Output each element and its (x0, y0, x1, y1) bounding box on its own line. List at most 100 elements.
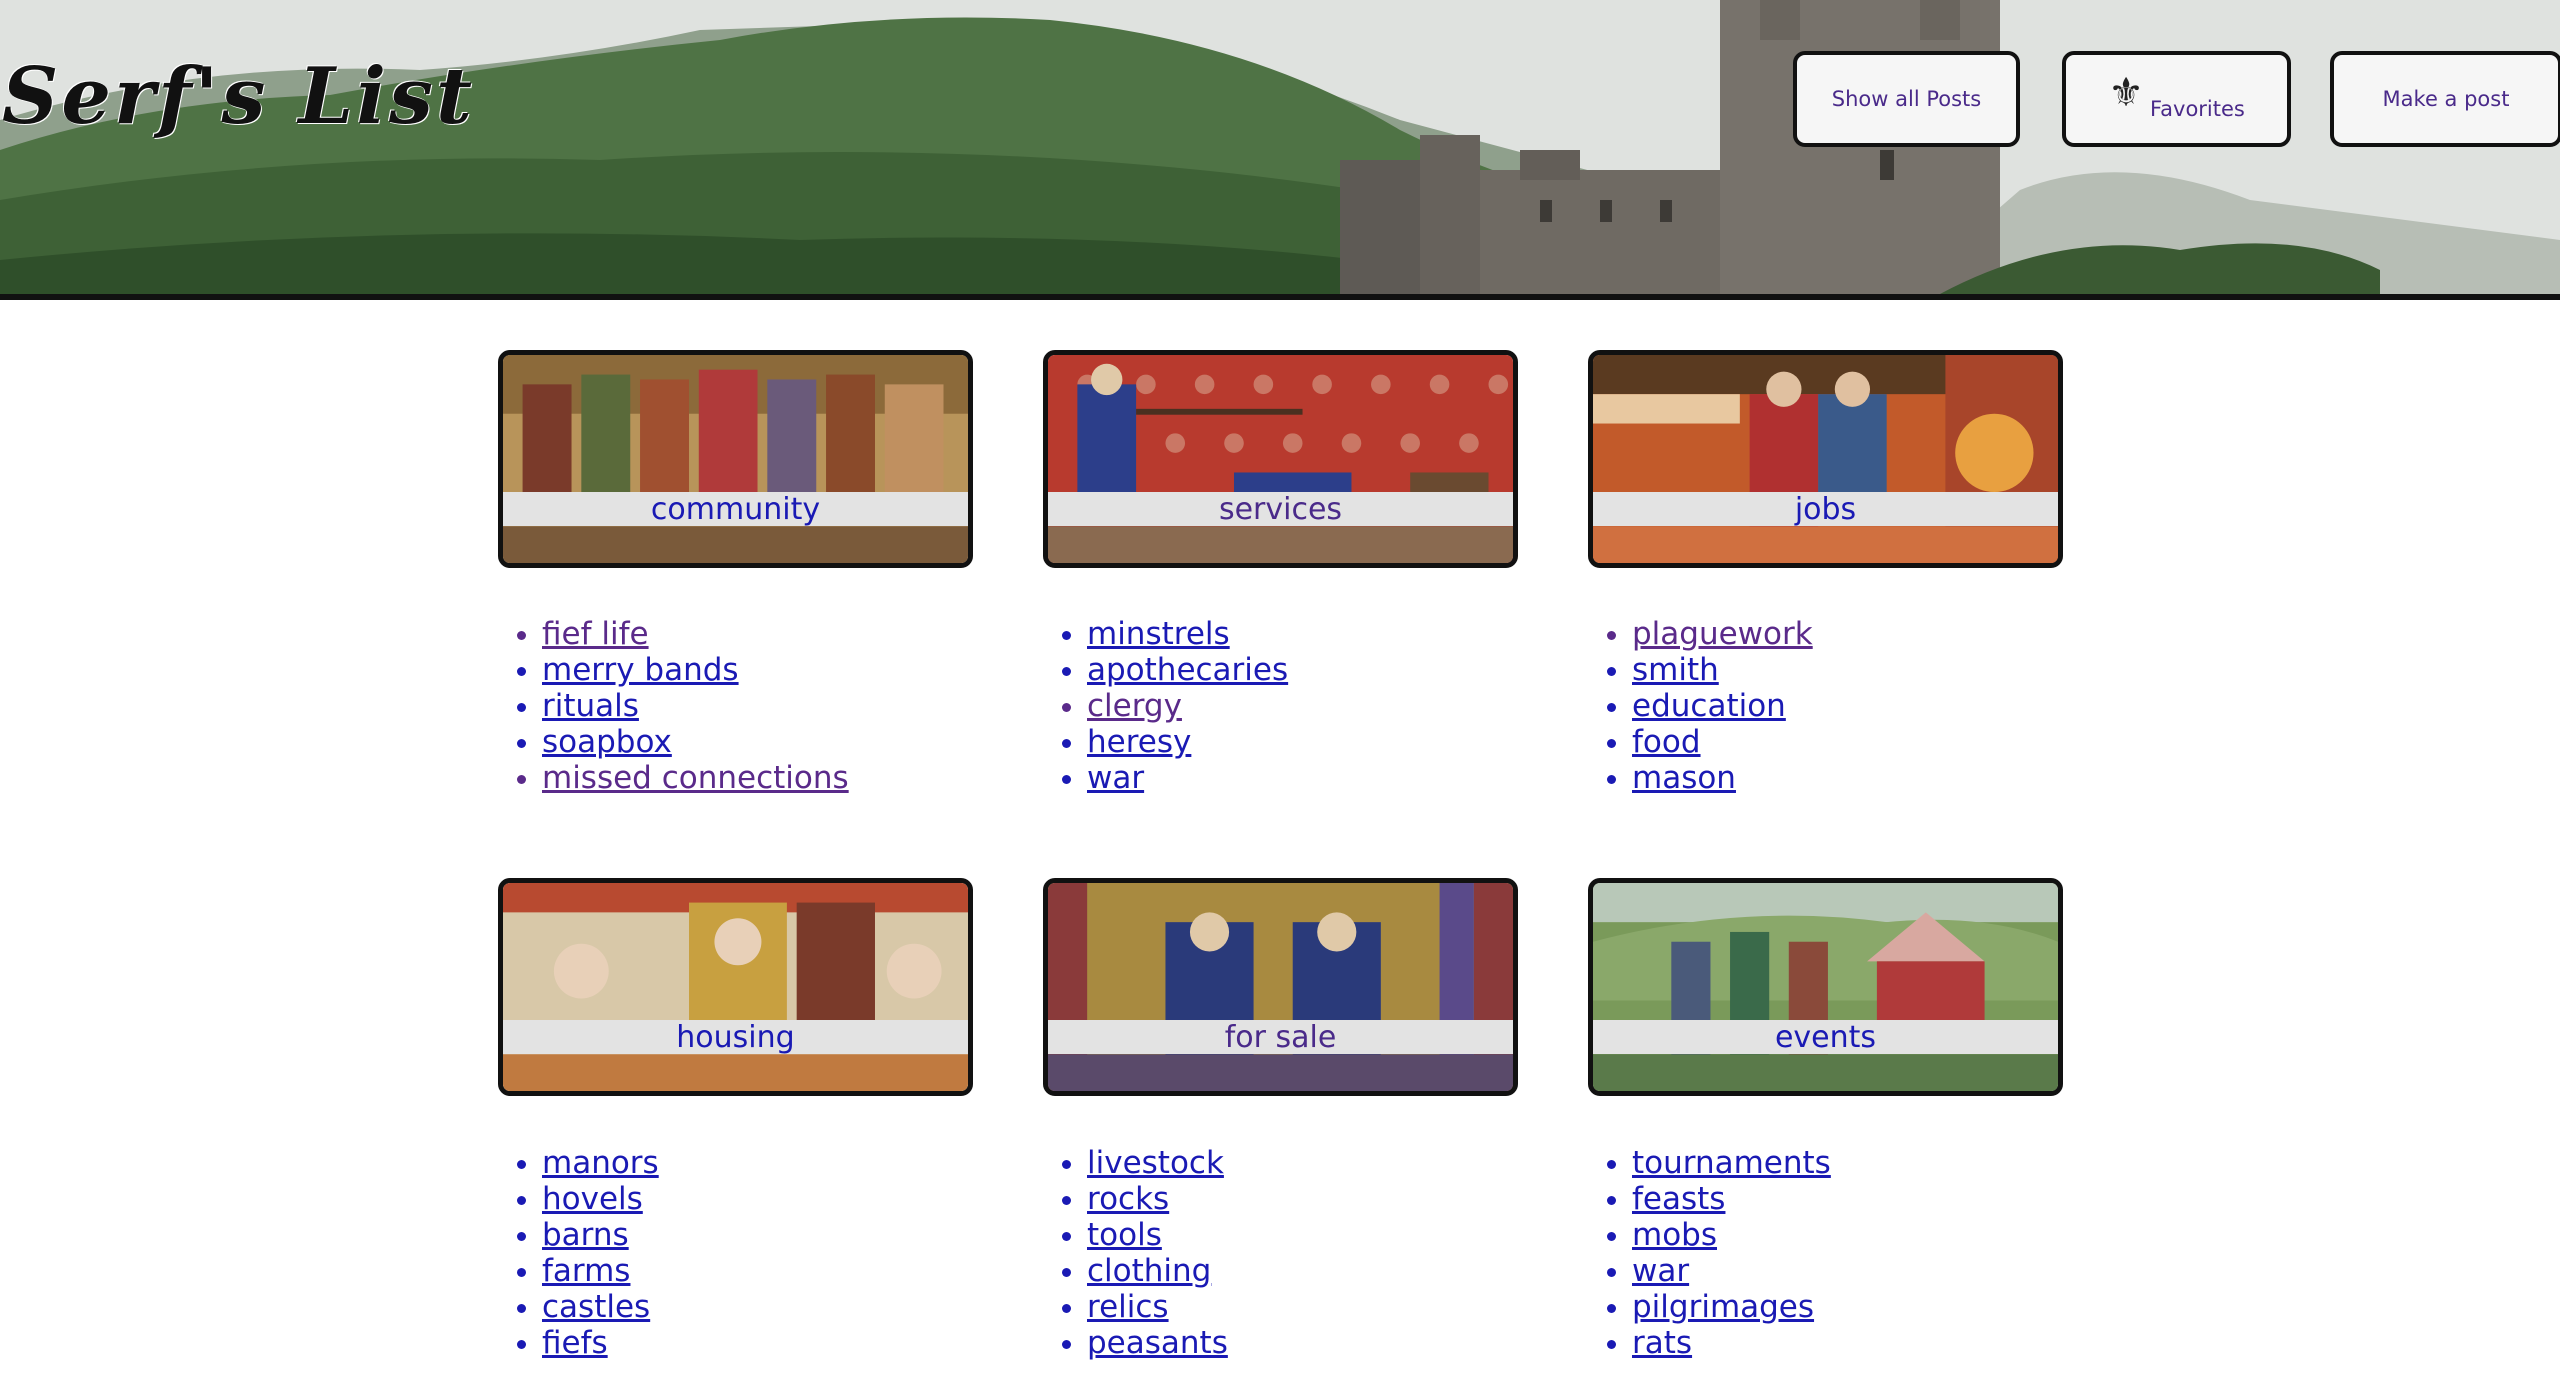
category-card-events[interactable]: events (1588, 878, 2063, 1096)
link-tournaments[interactable]: tournaments (1632, 1145, 1831, 1181)
link-mobs[interactable]: mobs (1632, 1217, 1717, 1253)
show-all-posts-button[interactable]: Show all Posts (1793, 51, 2020, 147)
list-item: plaguework (1632, 616, 1813, 652)
link-minstrels[interactable]: minstrels (1087, 616, 1230, 652)
category-label: events (1593, 1020, 2058, 1055)
link-tools[interactable]: tools (1087, 1217, 1162, 1253)
link-manors[interactable]: manors (542, 1145, 659, 1181)
link-plaguework[interactable]: plaguework (1632, 616, 1813, 652)
category-label: community (503, 492, 968, 527)
list-item: apothecaries (1087, 652, 1288, 688)
list-item: tools (1087, 1217, 1228, 1253)
link-barns[interactable]: barns (542, 1217, 629, 1253)
jobs-link-list: plaguework smith education food mason (1588, 616, 1813, 796)
list-item: missed connections (542, 760, 849, 796)
services-artwork (1048, 355, 1513, 563)
link-merry-bands[interactable]: merry bands (542, 652, 739, 688)
link-rats[interactable]: rats (1632, 1325, 1692, 1361)
list-item: livestock (1087, 1145, 1228, 1181)
list-item: soapbox (542, 724, 849, 760)
list-item: relics (1087, 1289, 1228, 1325)
list-item: heresy (1087, 724, 1288, 760)
events-link-list: tournaments feasts mobs war pilgrimages … (1588, 1145, 1831, 1361)
category-label: jobs (1593, 492, 2058, 527)
list-item: castles (542, 1289, 659, 1325)
link-mason[interactable]: mason (1632, 760, 1736, 796)
link-clergy[interactable]: clergy (1087, 688, 1182, 724)
link-fiefs[interactable]: fiefs (542, 1325, 608, 1361)
list-item: mobs (1632, 1217, 1831, 1253)
jobs-artwork (1593, 355, 2058, 563)
list-item: education (1632, 688, 1813, 724)
list-item: food (1632, 724, 1813, 760)
for-sale-link-list: livestock rocks tools clothing relics pe… (1043, 1145, 1228, 1361)
link-pilgrimages[interactable]: pilgrimages (1632, 1289, 1814, 1325)
link-soapbox[interactable]: soapbox (542, 724, 672, 760)
list-item: farms (542, 1253, 659, 1289)
site-logo[interactable]: Serf's List (2, 58, 475, 136)
make-a-post-label: Make a post (2382, 87, 2510, 111)
category-card-services[interactable]: services (1043, 350, 1518, 568)
site-header: Serf's List Show all Posts ⚜ Favorites M… (0, 0, 2560, 300)
header-landscape-image (0, 0, 2560, 294)
list-item: clothing (1087, 1253, 1228, 1289)
list-item: clergy (1087, 688, 1288, 724)
category-card-jobs[interactable]: jobs (1588, 350, 2063, 568)
list-item: war (1087, 760, 1288, 796)
list-item: hovels (542, 1181, 659, 1217)
category-card-community[interactable]: community (498, 350, 973, 568)
link-rocks[interactable]: rocks (1087, 1181, 1169, 1217)
link-farms[interactable]: farms (542, 1253, 630, 1289)
services-link-list: minstrels apothecaries clergy heresy war (1043, 616, 1288, 796)
link-missed-connections[interactable]: missed connections (542, 760, 849, 796)
list-item: smith (1632, 652, 1813, 688)
link-heresy[interactable]: heresy (1087, 724, 1191, 760)
list-item: barns (542, 1217, 659, 1253)
link-peasants[interactable]: peasants (1087, 1325, 1228, 1361)
list-item: rats (1632, 1325, 1831, 1361)
events-artwork (1593, 883, 2058, 1091)
link-feasts[interactable]: feasts (1632, 1181, 1725, 1217)
category-card-housing[interactable]: housing (498, 878, 973, 1096)
favorites-button[interactable]: ⚜ Favorites (2062, 51, 2291, 147)
housing-link-list: manors hovels barns farms castles fiefs (498, 1145, 659, 1361)
link-war[interactable]: war (1087, 760, 1144, 796)
make-a-post-button[interactable]: Make a post (2330, 51, 2560, 147)
list-item: merry bands (542, 652, 849, 688)
list-item: tournaments (1632, 1145, 1831, 1181)
list-item: feasts (1632, 1181, 1831, 1217)
link-fief-life[interactable]: fief life (542, 616, 649, 652)
link-education[interactable]: education (1632, 688, 1786, 724)
link-apothecaries[interactable]: apothecaries (1087, 652, 1288, 688)
list-item: peasants (1087, 1325, 1228, 1361)
link-smith[interactable]: smith (1632, 652, 1719, 688)
category-label: for sale (1048, 1020, 1513, 1055)
link-castles[interactable]: castles (542, 1289, 650, 1325)
for-sale-artwork (1048, 883, 1513, 1091)
link-relics[interactable]: relics (1087, 1289, 1169, 1325)
list-item: rituals (542, 688, 849, 724)
link-war[interactable]: war (1632, 1253, 1689, 1289)
link-livestock[interactable]: livestock (1087, 1145, 1224, 1181)
list-item: minstrels (1087, 616, 1288, 652)
list-item: fief life (542, 616, 849, 652)
link-hovels[interactable]: hovels (542, 1181, 643, 1217)
link-rituals[interactable]: rituals (542, 688, 639, 724)
list-item: mason (1632, 760, 1813, 796)
community-link-list: fief life merry bands rituals soapbox mi… (498, 616, 849, 796)
housing-artwork (503, 883, 968, 1091)
list-item: pilgrimages (1632, 1289, 1831, 1325)
link-food[interactable]: food (1632, 724, 1701, 760)
category-label: housing (503, 1020, 968, 1055)
category-card-for-sale[interactable]: for sale (1043, 878, 1518, 1096)
list-item: war (1632, 1253, 1831, 1289)
show-all-posts-label: Show all Posts (1831, 87, 1982, 111)
community-artwork (503, 355, 968, 563)
fleur-de-lis-icon: ⚜ (2108, 70, 2144, 116)
favorites-label: Favorites (2150, 97, 2245, 121)
list-item: rocks (1087, 1181, 1228, 1217)
link-clothing[interactable]: clothing (1087, 1253, 1211, 1289)
list-item: fiefs (542, 1325, 659, 1361)
category-label: services (1048, 492, 1513, 527)
list-item: manors (542, 1145, 659, 1181)
